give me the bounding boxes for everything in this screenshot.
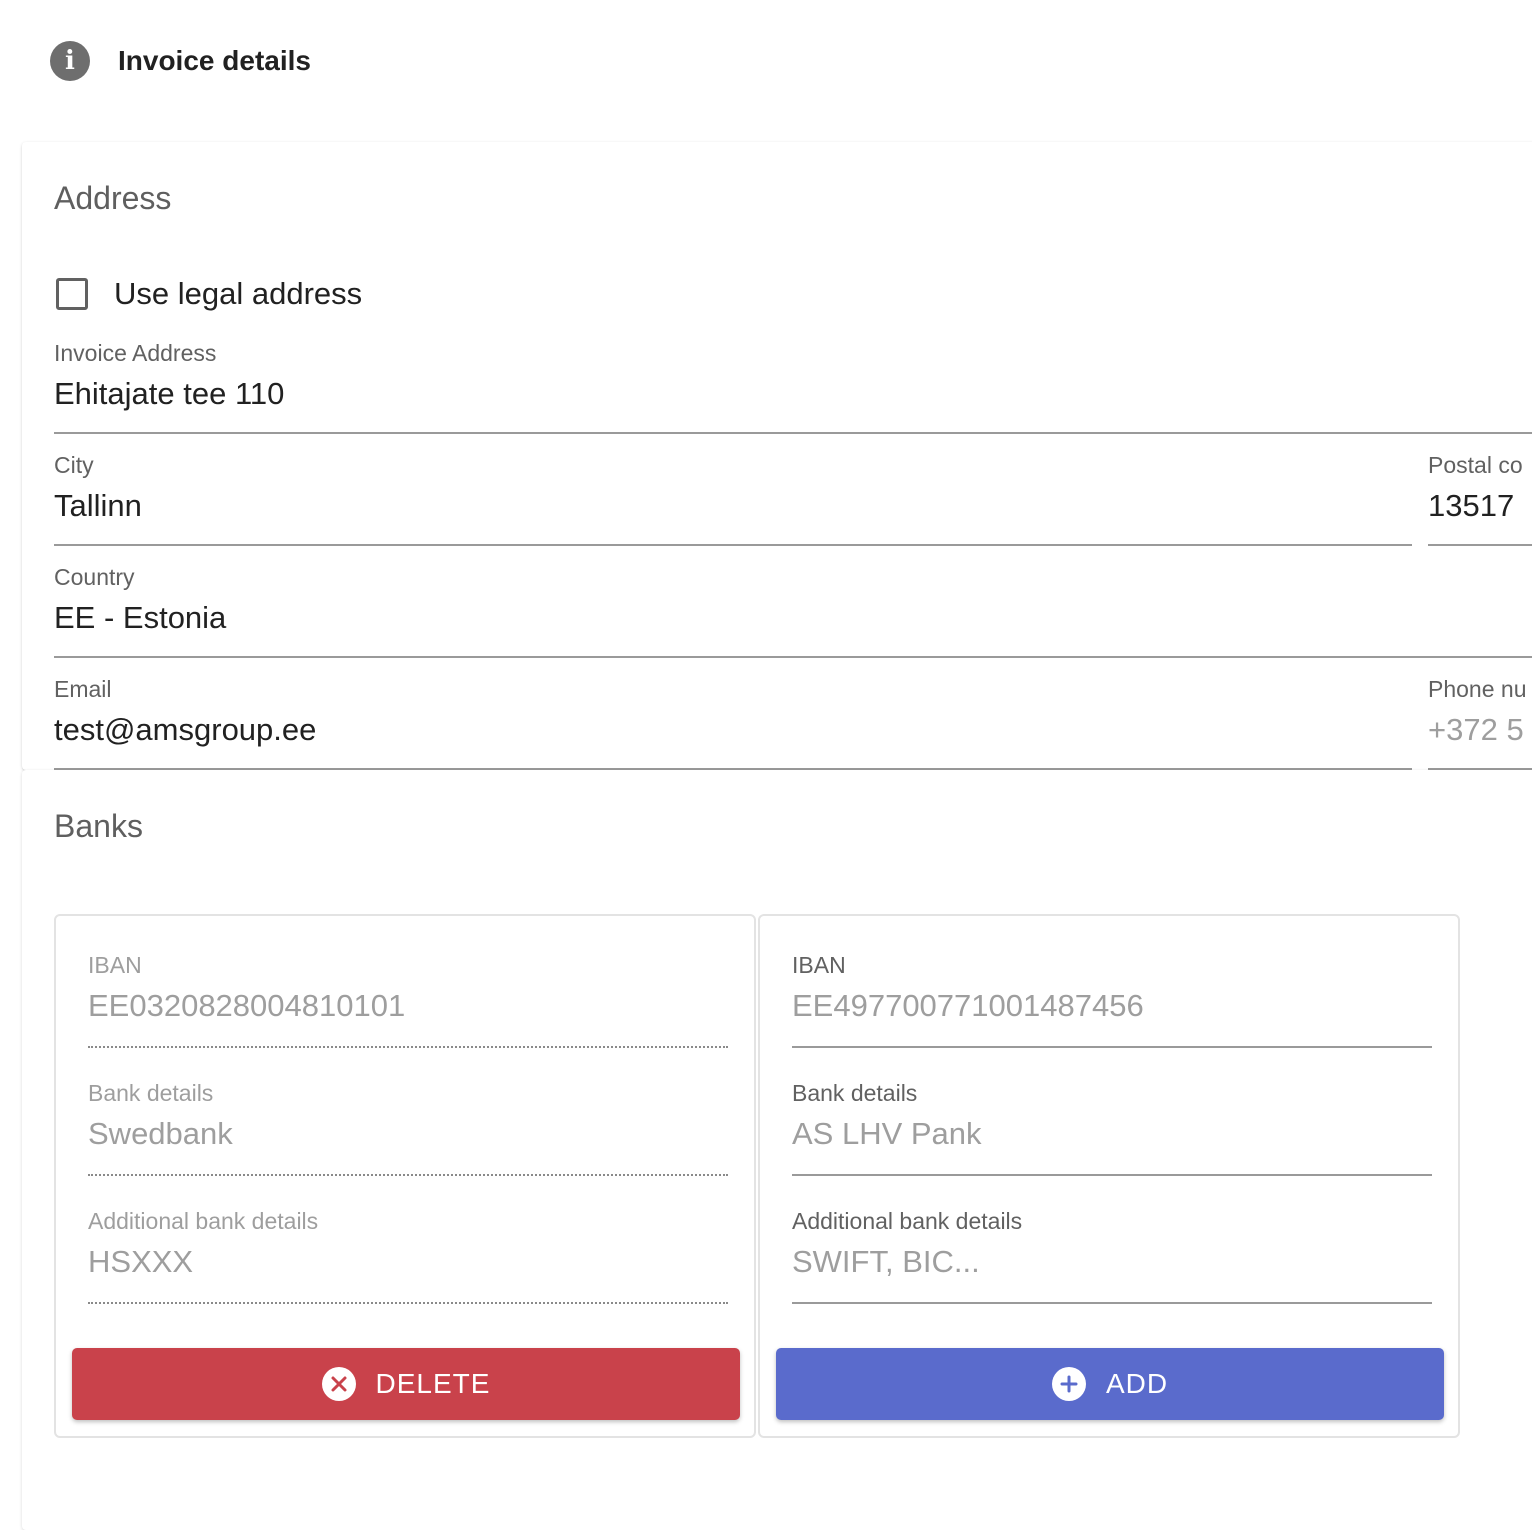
bank-details-field: Bank details Swedbank xyxy=(88,1080,728,1176)
bank-details-underline xyxy=(88,1174,728,1176)
phone-input[interactable]: +372 5 xyxy=(1428,712,1524,748)
address-section-title: Address xyxy=(54,180,172,216)
bank-details-label: Bank details xyxy=(88,1080,214,1106)
new-iban-underline xyxy=(792,1046,1432,1048)
page-title: Invoice details xyxy=(118,45,311,76)
new-additional-bank-details-input[interactable]: SWIFT, BIC... xyxy=(792,1244,980,1280)
country-field[interactable]: Country EE - Estonia xyxy=(54,564,1532,658)
new-additional-bank-details-underline xyxy=(792,1302,1432,1304)
additional-bank-details-label: Additional bank details xyxy=(88,1208,319,1234)
iban-underline xyxy=(88,1046,728,1048)
use-legal-address-label: Use legal address xyxy=(114,276,363,311)
page-header: i Invoice details xyxy=(50,40,311,82)
info-icon: i xyxy=(50,41,90,81)
delete-button-label: DELETE xyxy=(375,1368,491,1399)
city-underline xyxy=(54,544,1412,546)
email-label: Email xyxy=(54,676,112,702)
invoice-address-field[interactable]: Invoice Address Ehitajate tee 110 xyxy=(54,340,1532,434)
city-label: City xyxy=(54,452,94,478)
additional-bank-details-field: Additional bank details HSXXX xyxy=(88,1208,728,1304)
new-iban-field[interactable]: IBAN EE497700771001487456 xyxy=(792,952,1432,1048)
new-bank-details-underline xyxy=(792,1174,1432,1176)
new-iban-label: IBAN xyxy=(792,952,846,978)
invoice-address-label: Invoice Address xyxy=(54,340,217,366)
email-field[interactable]: Email test@amsgroup.ee xyxy=(54,676,1412,770)
new-bank-details-field[interactable]: Bank details AS LHV Pank xyxy=(792,1080,1432,1176)
add-bank-button[interactable]: ADD xyxy=(776,1348,1444,1420)
country-label: Country xyxy=(54,564,135,590)
invoice-address-underline xyxy=(54,432,1532,434)
new-additional-bank-details-label: Additional bank details xyxy=(792,1208,1023,1234)
delete-bank-button[interactable]: DELETE xyxy=(72,1348,740,1420)
invoice-address-input[interactable]: Ehitajate tee 110 xyxy=(54,376,284,412)
new-bank-details-label: Bank details xyxy=(792,1080,918,1106)
use-legal-address-checkbox[interactable] xyxy=(56,278,88,310)
additional-bank-details-underline xyxy=(88,1302,728,1304)
bank-card: IBAN EE032082800481010​1 Bank details Sw… xyxy=(54,914,756,1438)
postal-code-label: Postal co xyxy=(1428,452,1523,478)
phone-label: Phone nu xyxy=(1428,676,1527,702)
postal-code-input[interactable]: 13517 xyxy=(1428,488,1514,524)
city-field[interactable]: City Tallinn xyxy=(54,452,1412,546)
add-button-label: ADD xyxy=(1105,1368,1169,1399)
additional-bank-details-value: HSXXX xyxy=(88,1244,194,1279)
iban-value: EE032082800481010​1 xyxy=(88,988,406,1023)
city-input[interactable]: Tallinn xyxy=(54,488,142,524)
banks-section-title: Banks xyxy=(54,808,143,844)
country-select[interactable]: EE - Estonia xyxy=(54,600,226,636)
iban-field: IBAN EE032082800481010​1 xyxy=(88,952,728,1048)
bank-details-value: Swedbank xyxy=(88,1116,233,1151)
email-input[interactable]: test@amsgroup.ee xyxy=(54,712,316,748)
plus-circle-icon xyxy=(1051,1367,1086,1401)
country-underline xyxy=(54,656,1532,658)
new-bank-details-input[interactable]: AS LHV Pank xyxy=(792,1116,982,1152)
new-additional-bank-details-field[interactable]: Additional bank details SWIFT, BIC... xyxy=(792,1208,1432,1304)
close-circle-icon xyxy=(321,1367,356,1401)
new-iban-input[interactable]: EE497700771001487456 xyxy=(792,988,1144,1024)
postal-code-field[interactable]: Postal co 13517 xyxy=(1428,452,1532,546)
phone-field[interactable]: Phone nu +372 5 xyxy=(1428,676,1532,770)
postal-code-underline xyxy=(1428,544,1532,546)
use-legal-address-checkbox-row[interactable]: Use legal address xyxy=(56,276,362,312)
new-bank-card: IBAN EE497700771001487456 Bank details A… xyxy=(758,914,1460,1438)
iban-label: IBAN xyxy=(88,952,142,978)
